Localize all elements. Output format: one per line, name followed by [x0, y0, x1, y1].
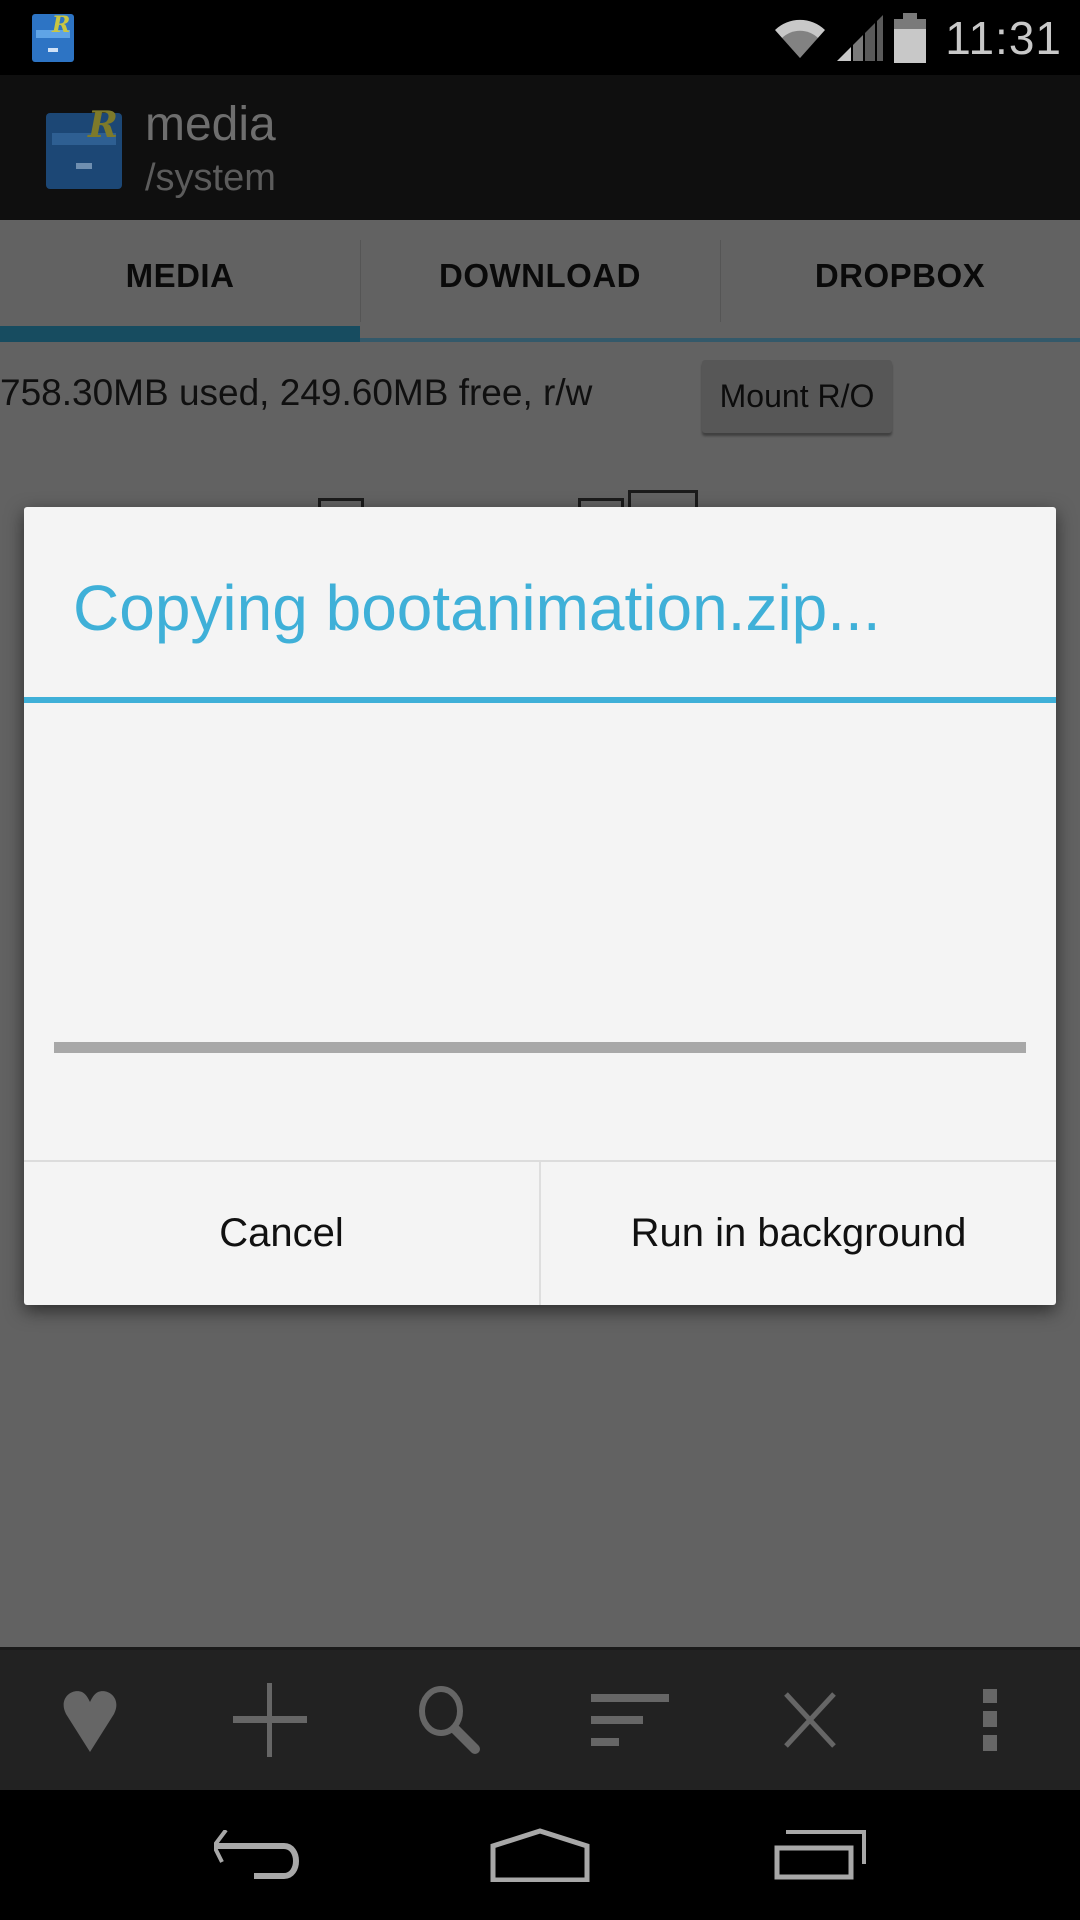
search-icon [419, 1686, 480, 1754]
back-button[interactable] [190, 1805, 330, 1905]
home-icon [490, 1828, 590, 1882]
wifi-icon [775, 19, 826, 58]
run-in-background-button[interactable]: Run in background [539, 1162, 1056, 1305]
heart-icon [63, 1691, 117, 1752]
tab-indicator [360, 338, 720, 342]
action-bar: R media /system [0, 75, 1080, 220]
overflow-menu-button[interactable] [940, 1670, 1040, 1770]
status-icons: 11:31 [773, 0, 1062, 75]
battery-icon [894, 12, 927, 63]
close-icon [784, 1692, 836, 1748]
close-tab-button[interactable] [760, 1670, 860, 1770]
plus-icon [233, 1683, 307, 1757]
svg-text:R: R [87, 104, 118, 146]
tab-label: DROPBOX [814, 257, 986, 294]
sort-button[interactable] [580, 1670, 680, 1770]
home-button[interactable] [470, 1805, 610, 1905]
folder-path: /system [145, 157, 276, 199]
storage-row: 758.30MB used, 249.60MB free, r/w Mount … [0, 360, 1080, 440]
tab-media[interactable]: MEDIA [0, 220, 360, 342]
root-explorer-notification-icon: R [32, 12, 74, 62]
tab-indicator [0, 326, 360, 342]
storage-info: 758.30MB used, 249.60MB free, r/w [0, 372, 593, 413]
clock: 11:31 [945, 11, 1062, 64]
svg-text:R: R [51, 12, 70, 38]
dialog-title: Copying bootanimation.zip... [73, 572, 881, 644]
dialog-button-row: Cancel Run in background [24, 1160, 1056, 1305]
tab-download[interactable]: DOWNLOAD [360, 220, 720, 342]
progress-bar [54, 1042, 1026, 1053]
dialog-title-divider [24, 697, 1056, 703]
back-icon [214, 1830, 299, 1879]
signal-icon [837, 14, 884, 61]
tab-dropbox[interactable]: DROPBOX [720, 220, 1080, 342]
sort-icon [591, 1694, 669, 1746]
root-explorer-logo-icon[interactable]: R [44, 103, 126, 193]
copy-progress-dialog: Copying bootanimation.zip... Cancel Run … [24, 507, 1056, 1305]
status-bar: R 11:31 [0, 0, 1080, 75]
bottom-toolbar [0, 1647, 1080, 1790]
overflow-menu-icon [983, 1689, 997, 1751]
cancel-button[interactable]: Cancel [24, 1162, 539, 1305]
recents-icon [774, 1830, 866, 1880]
recents-button[interactable] [750, 1805, 890, 1905]
new-button[interactable] [220, 1670, 320, 1770]
navigation-bar [0, 1790, 1080, 1920]
search-button[interactable] [400, 1670, 500, 1770]
tab-bar: MEDIA DOWNLOAD DROPBOX [0, 220, 1080, 342]
bookmarks-button[interactable] [40, 1670, 140, 1770]
tab-label: DOWNLOAD [439, 257, 641, 294]
mount-ro-button[interactable]: Mount R/O [702, 360, 892, 433]
tab-label: MEDIA [125, 257, 235, 294]
folder-title: media [145, 98, 276, 151]
tab-indicator [720, 338, 1080, 342]
